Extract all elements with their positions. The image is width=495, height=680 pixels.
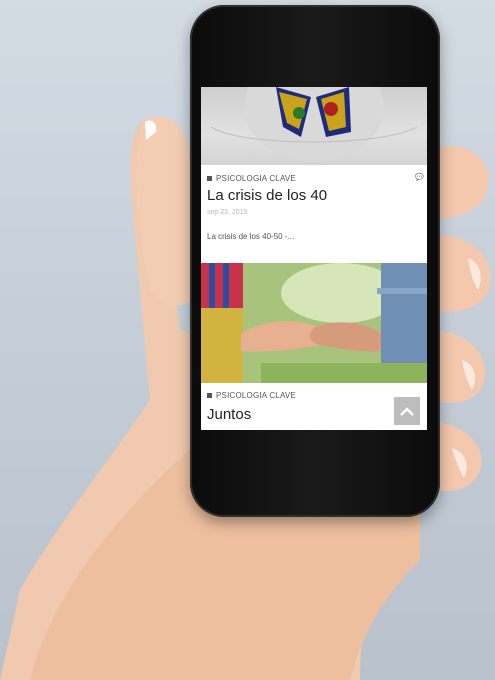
birthday-40-image [210, 87, 418, 162]
post-excerpt: La crisis de los 40-50 -... [207, 232, 295, 241]
post-title[interactable]: Juntos [207, 406, 251, 423]
post-title[interactable]: La crisis de los 40 [207, 187, 327, 204]
post-date: sep 23, 2015 [207, 209, 248, 216]
chevron-up-icon [400, 407, 414, 416]
scroll-to-top-button[interactable] [394, 397, 420, 425]
category-square-icon [207, 176, 212, 181]
phone-screen: PSICOLOGIA CLAVE 💬 La crisis de los 40 s… [201, 87, 427, 430]
post-image-juntos[interactable] [201, 263, 427, 383]
comment-icon[interactable]: 💬 [415, 173, 424, 181]
post-category-label: PSICOLOGIA CLAVE [216, 391, 296, 400]
post-image-crisis-40[interactable] [201, 87, 427, 165]
post-category-label: PSICOLOGIA CLAVE [216, 174, 296, 183]
post-category[interactable]: PSICOLOGIA CLAVE [207, 174, 296, 183]
post-category[interactable]: PSICOLOGIA CLAVE [207, 391, 296, 400]
category-square-icon [207, 393, 212, 398]
holding-hands-image [201, 263, 427, 383]
